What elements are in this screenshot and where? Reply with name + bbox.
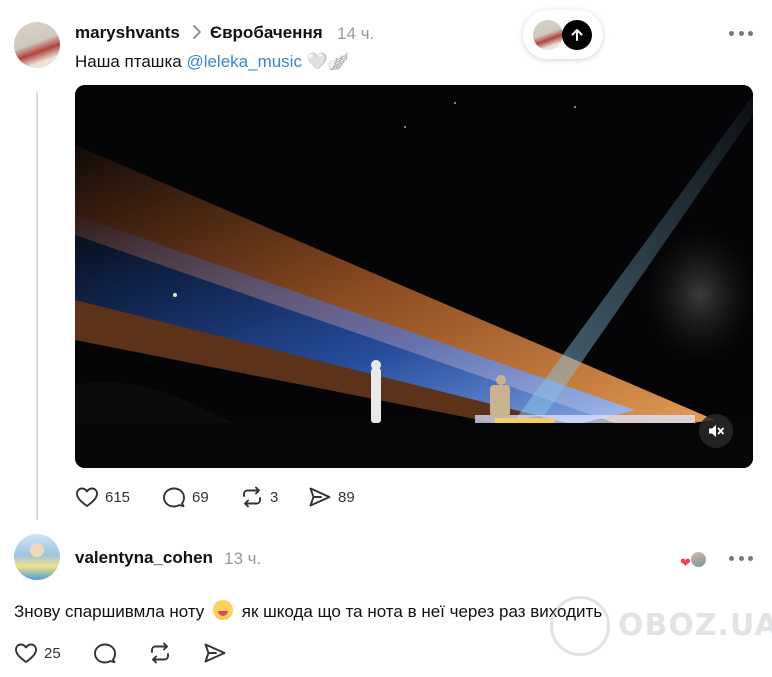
comment-icon [162, 486, 186, 508]
watermark-text: OBOZ.UA [618, 608, 772, 643]
post-text: Наша пташка @leleka_music 🤍🪽 [75, 52, 349, 72]
reply-author-avatar[interactable] [14, 534, 60, 580]
heart-icon [75, 486, 99, 508]
reply-text-before: Знову спаршивмла ноту [14, 602, 205, 621]
mention-link[interactable]: @leleka_music [186, 52, 302, 71]
repost-count: 3 [270, 488, 279, 506]
watermark-logo-icon [550, 596, 610, 656]
author-avatar[interactable] [14, 22, 60, 68]
site-watermark: OBOZ.UA [550, 596, 772, 656]
repost-icon [240, 486, 264, 508]
arrow-up-icon[interactable] [562, 20, 592, 50]
repost-button[interactable]: 3 [240, 486, 278, 508]
post-more-icon[interactable] [729, 29, 753, 37]
reply-more-icon[interactable] [729, 554, 753, 562]
reply-share-button[interactable] [203, 642, 227, 664]
share-count: 89 [338, 488, 355, 506]
chevron-right-icon [192, 25, 202, 43]
reply-reply-button[interactable] [93, 642, 117, 664]
concert-video-frame [75, 85, 753, 468]
post-text-prefix: Наша пташка [75, 52, 187, 71]
reply-text: Знову спаршивмла ноту як шкода що та нот… [14, 600, 602, 622]
reply-repost-button[interactable] [148, 642, 172, 664]
reply-time: 13 ч. [224, 549, 262, 568]
thread-line [36, 92, 38, 520]
liker-avatar [689, 550, 708, 569]
reply-text-after: як шкода що та нота в неї через раз вихо… [241, 602, 603, 621]
post-topic[interactable]: Євробачення [210, 23, 323, 43]
like-count: 615 [105, 488, 131, 506]
post-video[interactable] [75, 85, 753, 468]
mute-icon[interactable] [699, 414, 733, 448]
author-liked-indicator: ❤ [680, 548, 710, 572]
sick-face-emoji-icon [213, 600, 234, 620]
comment-icon [93, 642, 117, 664]
reply-like-count: 25 [44, 644, 61, 662]
reply-count: 69 [192, 488, 209, 506]
share-icon [308, 486, 332, 508]
reply-like-button[interactable]: 25 [14, 642, 61, 664]
share-icon [203, 642, 227, 664]
post-emoji: 🤍🪽 [301, 52, 350, 71]
repost-icon [148, 642, 172, 664]
mini-avatar [533, 20, 563, 50]
heart-icon: ❤ [680, 555, 691, 570]
heart-icon [14, 642, 38, 664]
post-username[interactable]: maryshvants [75, 23, 180, 43]
reply-username[interactable]: valentyna_cohen [75, 548, 213, 568]
like-button[interactable]: 615 [75, 486, 130, 508]
share-button[interactable]: 89 [308, 486, 355, 508]
reply-button[interactable]: 69 [162, 486, 209, 508]
post-time: 14 ч. [337, 24, 375, 43]
scroll-to-top-pill[interactable] [523, 10, 603, 59]
